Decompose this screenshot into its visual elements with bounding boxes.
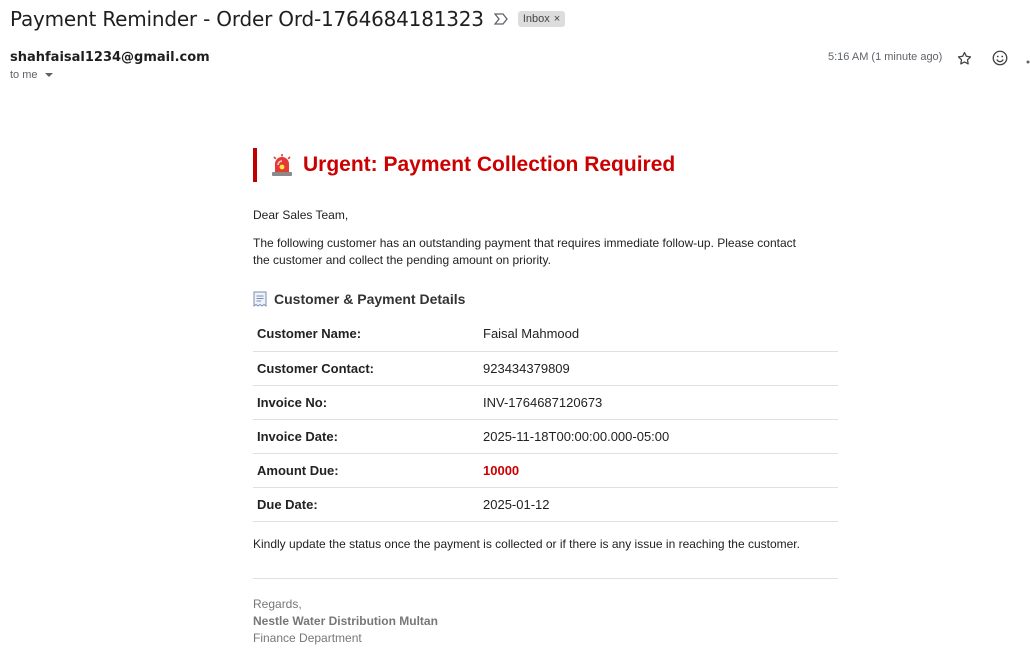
- department-name: Finance Department: [253, 630, 362, 645]
- recipient-label: to me: [10, 69, 38, 81]
- email-subject: Payment Reminder - Order Ord-17646841813…: [10, 7, 484, 31]
- recipient-details-toggle[interactable]: to me: [10, 69, 53, 81]
- star-icon[interactable]: [954, 48, 974, 68]
- more-icon[interactable]: [1026, 56, 1030, 64]
- amount-due-value: 10000: [483, 453, 838, 488]
- organization-name: Nestle Water Distribution Multan: [253, 613, 438, 628]
- table-row: Invoice Date: 2025-11-18T00:00:00.000-05…: [253, 419, 838, 454]
- receipt-icon: [253, 291, 267, 307]
- chevron-down-icon: [44, 73, 53, 77]
- intro-paragraph: The following customer has an outstandin…: [253, 236, 796, 267]
- alert-title: Urgent: Payment Collection Required: [303, 153, 676, 176]
- detail-label: Due Date:: [253, 487, 483, 522]
- detail-label: Invoice Date:: [253, 419, 483, 454]
- sender-email[interactable]: shahfaisal1234@gmail.com: [10, 50, 210, 65]
- detail-value: 923434379809: [483, 351, 838, 386]
- table-row: Amount Due: 10000: [253, 453, 838, 488]
- inbox-label-text: Inbox: [522, 13, 550, 25]
- greeting: Dear Sales Team,: [253, 208, 349, 222]
- divider: [253, 577, 838, 579]
- label-importance-icon[interactable]: [493, 12, 510, 26]
- regards-text: Regards,: [253, 596, 302, 611]
- email-body: Urgent: Payment Collection Required Dear…: [253, 148, 838, 647]
- inbox-label-chip[interactable]: Inbox ×: [517, 11, 566, 27]
- detail-value: 2025-01-12: [483, 487, 838, 522]
- details-table: Customer Name: Faisal Mahmood Customer C…: [253, 317, 838, 522]
- table-row: Invoice No: INV-1764687120673: [253, 385, 838, 420]
- detail-label: Invoice No:: [253, 385, 483, 420]
- emoji-reaction-icon[interactable]: [990, 48, 1010, 68]
- detail-label: Customer Contact:: [253, 351, 483, 386]
- details-section-heading: Customer & Payment Details: [253, 291, 838, 307]
- detail-value: Faisal Mahmood: [483, 317, 838, 352]
- closing-note: Kindly update the status once the paymen…: [253, 536, 800, 551]
- table-row: Customer Contact: 923434379809: [253, 351, 838, 386]
- email-subject-row: Payment Reminder - Order Ord-17646841813…: [10, 6, 566, 32]
- remove-label-icon[interactable]: ×: [554, 13, 560, 25]
- table-row: Customer Name: Faisal Mahmood: [253, 317, 838, 352]
- section-title: Customer & Payment Details: [274, 291, 466, 307]
- detail-value: 2025-11-18T00:00:00.000-05:00: [483, 419, 838, 454]
- signature: Regards, Nestle Water Distribution Multa…: [253, 596, 838, 647]
- timestamp: 5:16 AM (1 minute ago): [828, 51, 943, 63]
- siren-icon: [271, 153, 293, 177]
- detail-value: INV-1764687120673: [483, 385, 838, 420]
- detail-label: Amount Due:: [253, 453, 483, 488]
- detail-label: Customer Name:: [253, 317, 483, 352]
- table-row: Due Date: 2025-01-12: [253, 487, 838, 522]
- alert-title-bar: Urgent: Payment Collection Required: [253, 148, 838, 182]
